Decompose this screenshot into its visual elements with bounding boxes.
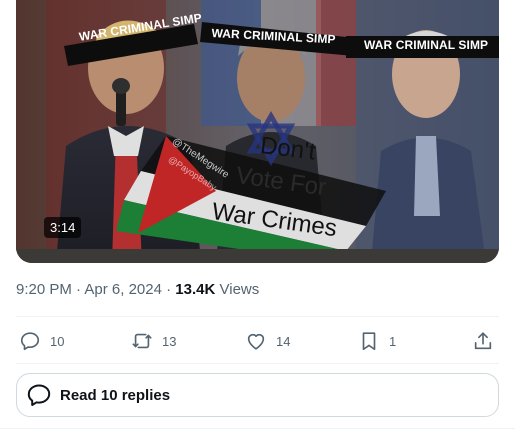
read-replies-button[interactable]: Read 10 replies	[16, 373, 499, 417]
share-icon	[472, 330, 494, 352]
reply-button[interactable]: 10	[19, 327, 64, 355]
divider	[16, 363, 499, 364]
read-replies-label: Read 10 replies	[60, 386, 171, 404]
meta-separator: ·	[166, 281, 172, 298]
video-duration-badge: 3:14	[44, 217, 82, 238]
tweet-time[interactable]: 9:20 PM	[16, 281, 72, 298]
like-button[interactable]: 14	[245, 327, 290, 355]
repost-button[interactable]: 13	[131, 327, 176, 355]
repost-icon	[131, 330, 153, 352]
heart-icon	[245, 330, 267, 352]
views-label: Views	[219, 281, 260, 298]
tweet-date[interactable]: Apr 6, 2024	[84, 281, 162, 298]
divider	[16, 316, 499, 317]
share-button[interactable]	[472, 327, 494, 355]
meta-separator: ·	[76, 281, 82, 298]
bookmark-button[interactable]: 1	[358, 327, 396, 355]
views-count[interactable]: 13.4K	[175, 281, 215, 298]
like-count: 14	[276, 333, 291, 349]
bookmark-icon	[358, 330, 380, 352]
reply-count: 10	[50, 333, 65, 349]
banner-label: WAR CRIMINAL SIMP	[364, 38, 489, 52]
speech-bubble-icon	[26, 382, 52, 408]
divider	[0, 428, 515, 429]
tweet-video[interactable]: WAR CRIMINAL SIMP WAR CRIMINAL SIMP WAR …	[16, 0, 499, 263]
repost-count: 13	[162, 333, 177, 349]
tweet-meta: 9:20 PM · Apr 6, 2024 · 13.4K Views	[16, 281, 259, 298]
reply-icon	[19, 330, 41, 352]
video-lower-strip	[16, 249, 499, 263]
bookmark-count: 1	[389, 333, 397, 349]
